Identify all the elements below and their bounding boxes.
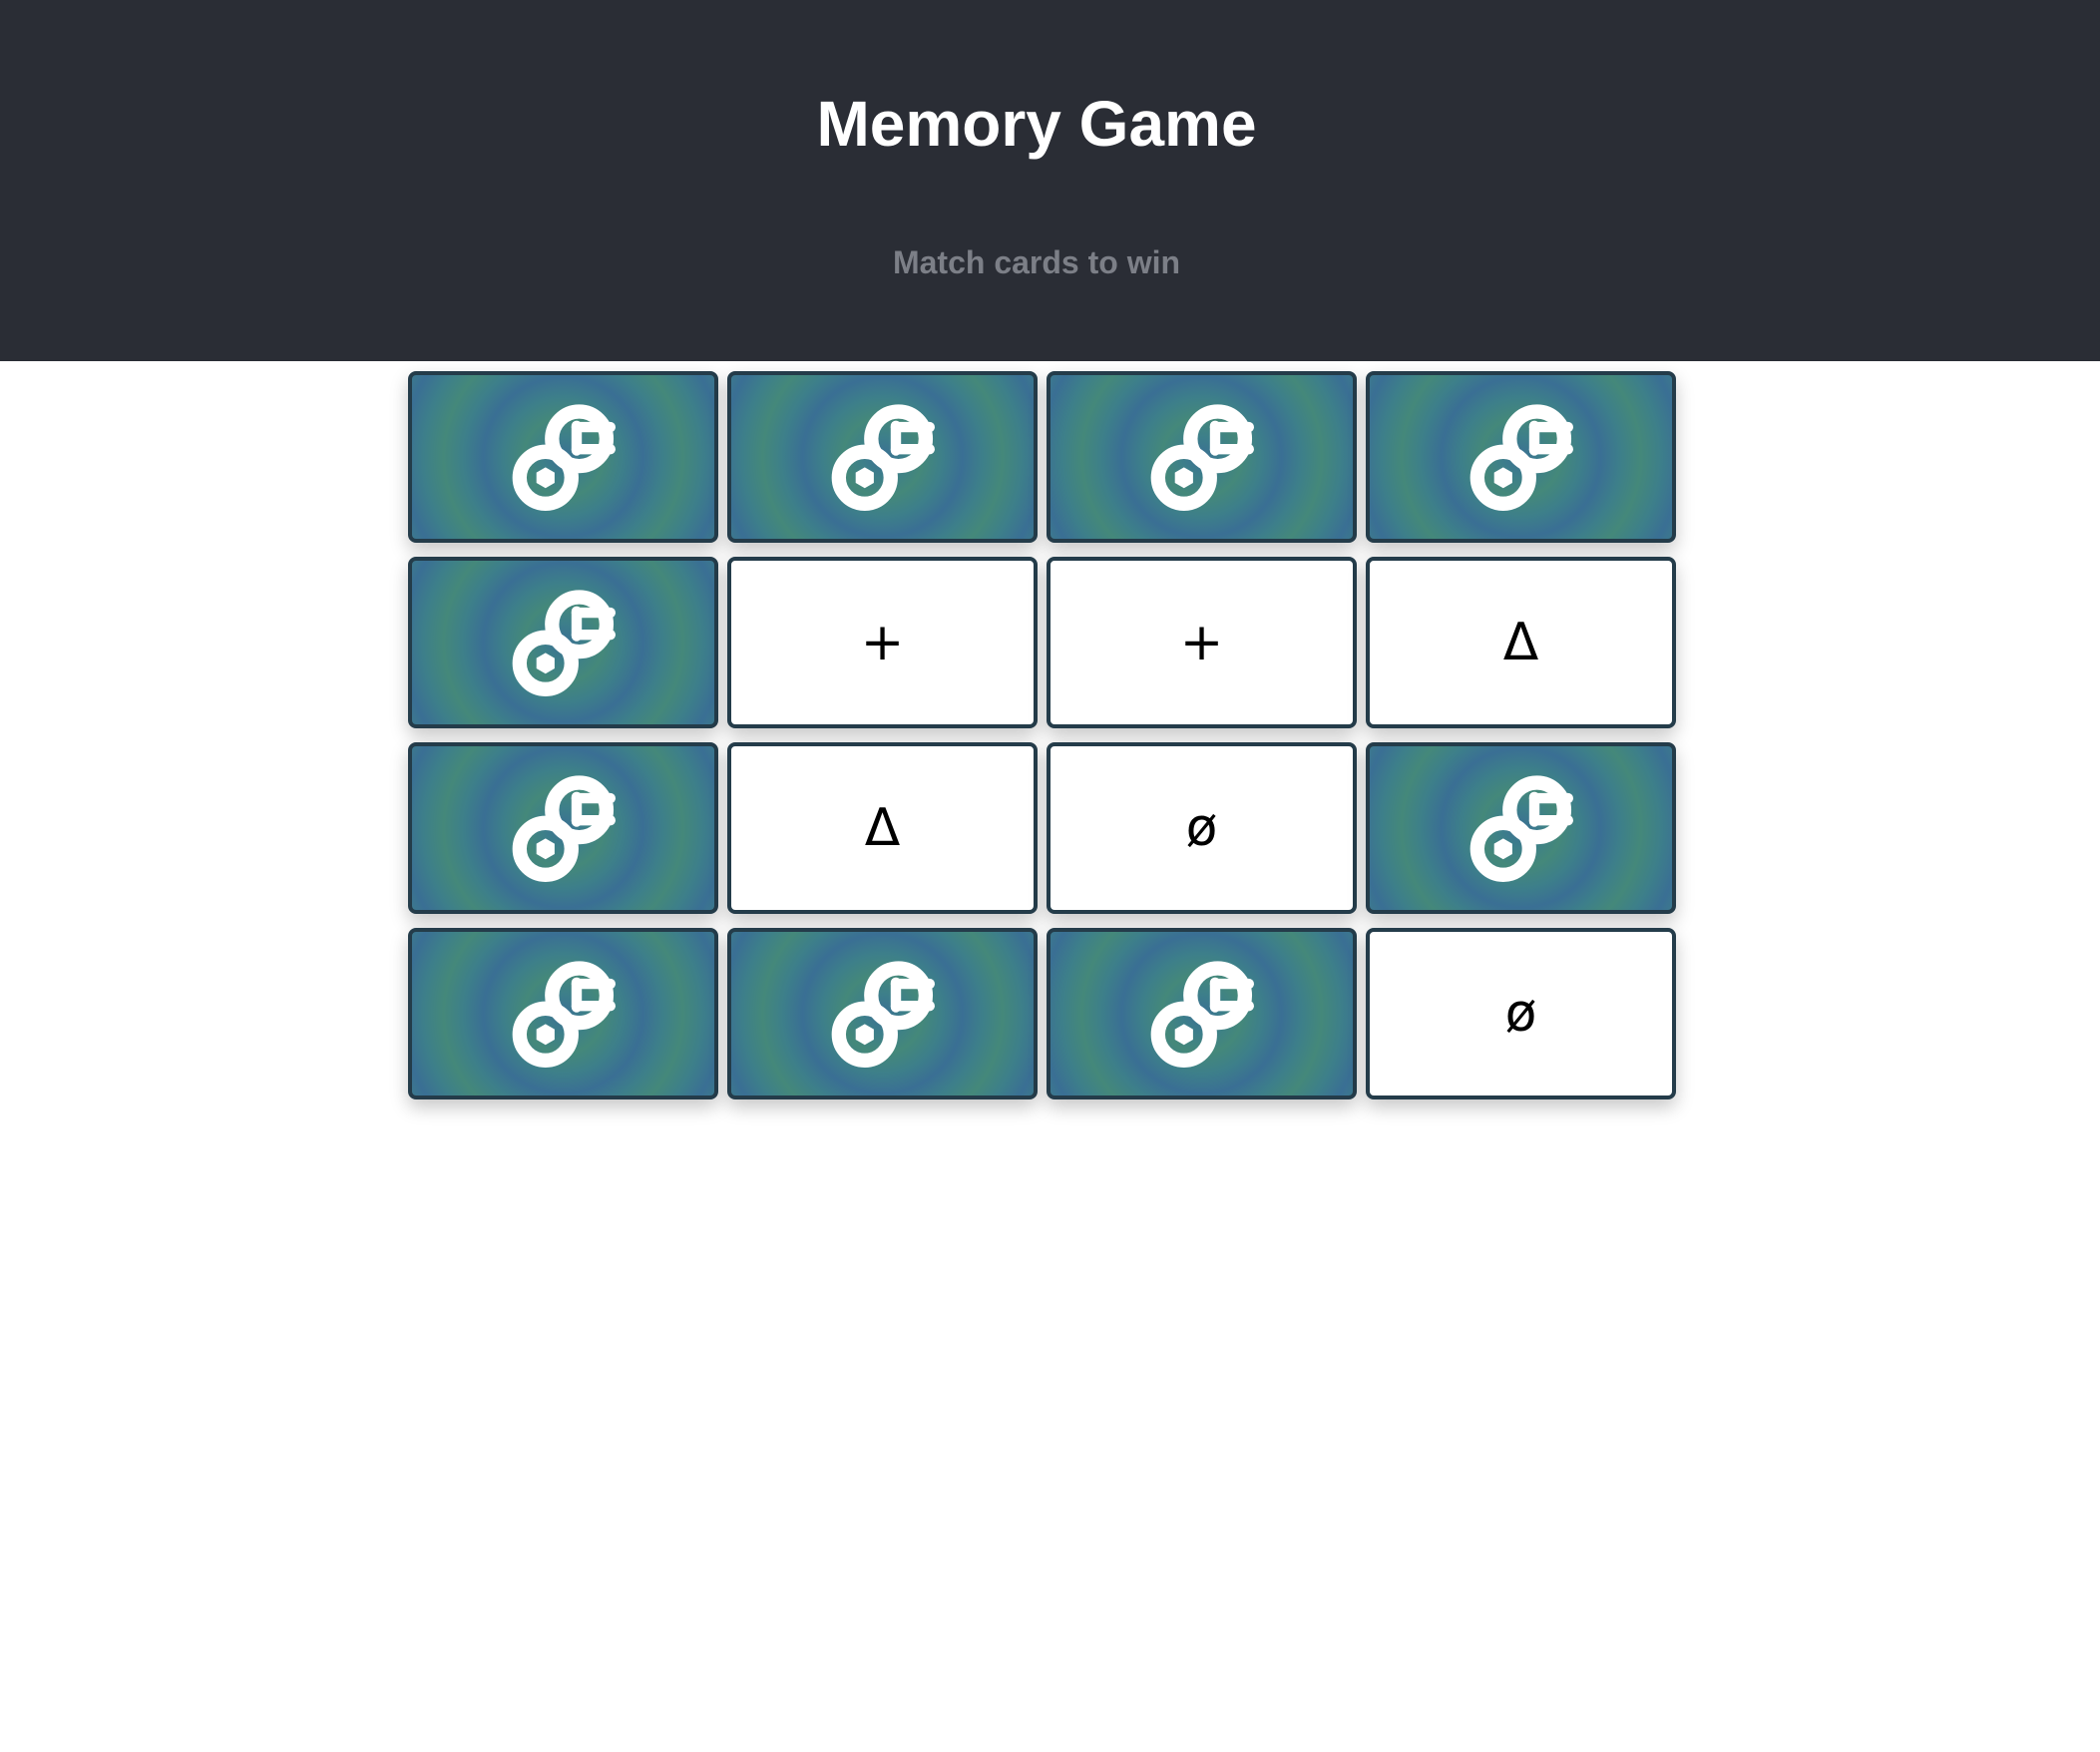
link-logo-icon xyxy=(1457,392,1586,522)
link-logo-icon xyxy=(818,392,948,522)
link-logo-icon xyxy=(818,949,948,1079)
card-symbol: ø xyxy=(1185,798,1218,858)
memory-card-hidden[interactable] xyxy=(727,928,1038,1099)
card-symbol: Δ xyxy=(864,798,901,858)
memory-card-hidden[interactable] xyxy=(408,371,718,543)
memory-card-hidden[interactable] xyxy=(408,742,718,914)
link-logo-icon xyxy=(1457,763,1586,893)
card-symbol: ø xyxy=(1504,984,1537,1044)
memory-game-app: Memory Game Match cards to win + + Δ Δø ø xyxy=(0,0,2100,1752)
card-symbol: Δ xyxy=(1502,613,1539,672)
memory-card-hidden[interactable] xyxy=(408,928,718,1099)
memory-card-hidden[interactable] xyxy=(727,371,1038,543)
memory-card-hidden[interactable] xyxy=(1047,928,1357,1099)
memory-card-hidden[interactable] xyxy=(1047,371,1357,543)
card-symbol: + xyxy=(1179,613,1224,672)
memory-card-hidden[interactable] xyxy=(1366,742,1676,914)
memory-card-revealed[interactable]: Δ xyxy=(1366,557,1676,728)
link-logo-icon xyxy=(499,949,629,1079)
memory-card-revealed[interactable]: + xyxy=(727,557,1038,728)
link-logo-icon xyxy=(1137,392,1267,522)
memory-card-revealed[interactable]: Δ xyxy=(727,742,1038,914)
page-title: Memory Game xyxy=(816,88,1257,160)
link-logo-icon xyxy=(499,763,629,893)
memory-card-hidden[interactable] xyxy=(408,557,718,728)
page-subtitle: Match cards to win xyxy=(892,244,1181,280)
memory-card-revealed[interactable]: + xyxy=(1047,557,1357,728)
memory-card-revealed[interactable]: ø xyxy=(1366,928,1676,1099)
memory-card-revealed[interactable]: ø xyxy=(1047,742,1357,914)
card-symbol: + xyxy=(860,613,905,672)
card-board: + + Δ Δø ø xyxy=(408,371,1677,1099)
header: Memory Game Match cards to win xyxy=(0,0,2100,361)
link-logo-icon xyxy=(499,578,629,707)
link-logo-icon xyxy=(1137,949,1267,1079)
link-logo-icon xyxy=(499,392,629,522)
memory-card-hidden[interactable] xyxy=(1366,371,1676,543)
